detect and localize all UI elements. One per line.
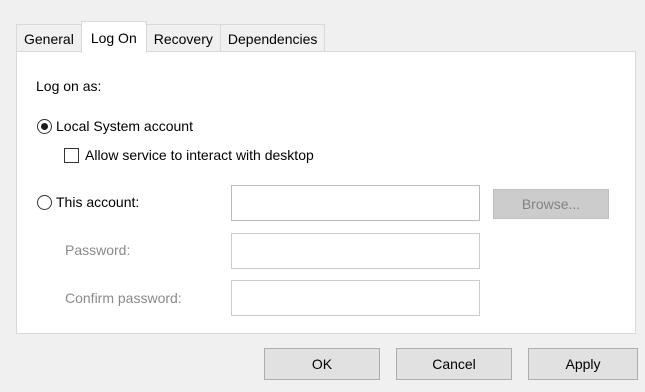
log-on-as-heading: Log on as: (36, 78, 102, 94)
interact-desktop-option[interactable]: Allow service to interact with desktop (64, 147, 314, 163)
tab-dependencies-label: Dependencies (227, 30, 318, 47)
radio-selected-dot (41, 122, 48, 130)
local-system-label: Local System account (56, 118, 193, 134)
log-on-panel: Log on as: Local System account Allow se… (16, 51, 636, 334)
this-account-radio-option[interactable]: This account: (37, 194, 139, 210)
cancel-button[interactable]: Cancel (396, 348, 512, 380)
account-name-input[interactable] (231, 185, 480, 221)
service-properties-dialog: General Log On Recovery Dependencies Log… (0, 0, 645, 392)
ok-button[interactable]: OK (264, 348, 380, 380)
password-label: Password: (65, 242, 131, 258)
tab-general[interactable]: General (16, 24, 82, 52)
tab-dependencies[interactable]: Dependencies (219, 24, 326, 52)
tab-log-on[interactable]: Log On (80, 21, 147, 53)
tab-log-on-label: Log On (90, 29, 137, 46)
browse-button[interactable]: Browse... (493, 189, 609, 219)
password-input[interactable] (231, 233, 480, 269)
apply-button[interactable]: Apply (528, 348, 638, 380)
tab-recovery[interactable]: Recovery (145, 24, 221, 52)
this-account-label: This account: (56, 194, 140, 210)
tab-strip: General Log On Recovery Dependencies (16, 21, 326, 53)
confirm-password-input[interactable] (231, 280, 480, 316)
tab-recovery-label: Recovery (153, 30, 213, 47)
interact-desktop-label: Allow service to interact with desktop (85, 147, 314, 163)
local-system-radio[interactable] (37, 118, 52, 134)
interact-desktop-checkbox[interactable] (64, 147, 79, 163)
local-system-radio-option[interactable]: Local System account (37, 118, 193, 134)
this-account-radio[interactable] (37, 194, 52, 210)
confirm-password-label: Confirm password: (65, 290, 182, 306)
tab-general-label: General (24, 30, 74, 47)
